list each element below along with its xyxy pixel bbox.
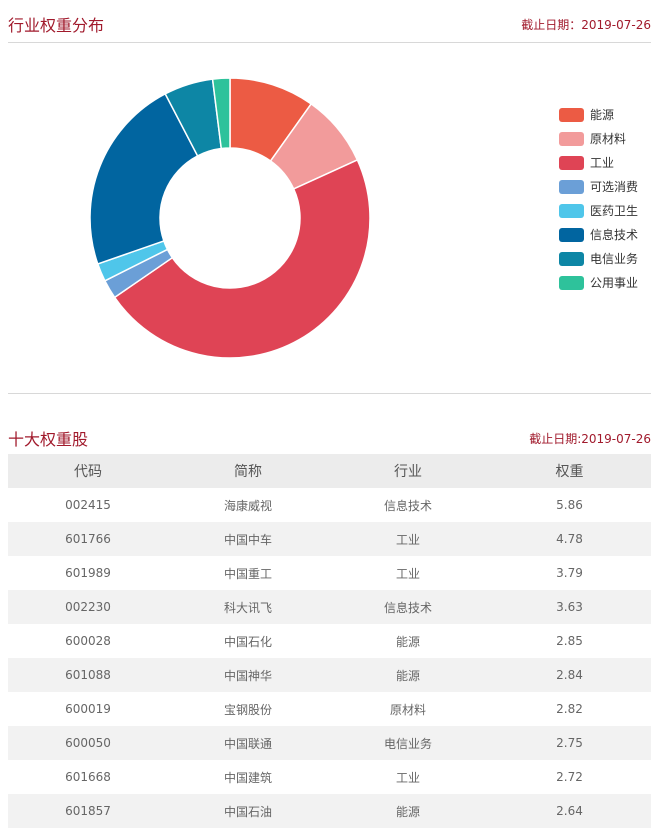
cell-code: 601857 — [8, 794, 168, 828]
cell-weight: 2.72 — [488, 760, 651, 794]
table-row: 601668 中国建筑 工业 2.72 — [8, 760, 651, 794]
table-row: 601857 中国石油 能源 2.64 — [8, 794, 651, 828]
table-header-row: 代码 简称 行业 权重 — [8, 454, 651, 488]
legend-label: 医药卫生 — [590, 204, 639, 218]
cell-name: 中国中车 — [168, 522, 328, 556]
page: 行业权重分布 截止日期：2019-07-26 能源 原材料 工业 可选消费 医药卫生 信息… — [0, 0, 663, 838]
cell-industry: 电信业务 — [328, 726, 488, 760]
legend-label: 电信业务 — [590, 252, 639, 266]
cell-name: 中国石油 — [168, 794, 328, 828]
header-industry: 行业 — [328, 454, 488, 488]
cell-code: 601989 — [8, 556, 168, 590]
table-row: 601088 中国神华 能源 2.84 — [8, 658, 651, 692]
cell-weight: 3.79 — [488, 556, 651, 590]
table-row: 002415 海康威视 信息技术 5.86 — [8, 488, 651, 522]
cell-weight: 2.64 — [488, 794, 651, 828]
cell-weight: 2.84 — [488, 658, 651, 692]
table-row: 601766 中国中车 工业 4.78 — [8, 522, 651, 556]
table-row: 600050 中国联通 电信业务 2.75 — [8, 726, 651, 760]
table-row: 002230 科大讯飞 信息技术 3.63 — [8, 590, 651, 624]
legend-label: 能源 — [590, 108, 615, 122]
cell-name: 科大讯飞 — [168, 590, 328, 624]
legend-label: 公用事业 — [590, 276, 639, 290]
legend-swatch — [559, 252, 584, 266]
cell-code: 600050 — [8, 726, 168, 760]
cell-name: 中国重工 — [168, 556, 328, 590]
legend-label: 信息技术 — [590, 228, 639, 242]
cell-code: 601668 — [8, 760, 168, 794]
cell-industry: 工业 — [328, 556, 488, 590]
cell-industry: 工业 — [328, 522, 488, 556]
legend-swatch — [559, 276, 584, 290]
cell-code: 600028 — [8, 624, 168, 658]
industry-weight-header: 行业权重分布 截止日期：2019-07-26 — [8, 0, 651, 43]
header-name: 简称 — [168, 454, 328, 488]
cell-name: 海康威视 — [168, 488, 328, 522]
industry-donut-chart — [89, 77, 371, 359]
cell-code: 600019 — [8, 692, 168, 726]
cell-industry: 能源 — [328, 658, 488, 692]
legend-swatch — [559, 108, 584, 122]
cell-weight: 2.85 — [488, 624, 651, 658]
legend-label: 原材料 — [590, 132, 627, 146]
industry-weight-title: 行业权重分布 — [8, 16, 105, 35]
cell-industry: 能源 — [328, 794, 488, 828]
cell-weight: 3.63 — [488, 590, 651, 624]
cell-name: 中国石化 — [168, 624, 328, 658]
top-holdings-title: 十大权重股 — [8, 430, 89, 449]
cell-name: 宝钢股份 — [168, 692, 328, 726]
cell-industry: 信息技术 — [328, 488, 488, 522]
cell-code: 601088 — [8, 658, 168, 692]
industry-weight-date: 截止日期：2019-07-26 — [521, 18, 651, 32]
table-row: 600019 宝钢股份 原材料 2.82 — [8, 692, 651, 726]
section-divider — [8, 393, 651, 394]
table-row: 600028 中国石化 能源 2.85 — [8, 624, 651, 658]
header-code: 代码 — [8, 454, 168, 488]
cell-weight: 2.75 — [488, 726, 651, 760]
cell-name: 中国神华 — [168, 658, 328, 692]
legend-swatch — [559, 204, 584, 218]
top-holdings-date: 截止日期:2019-07-26 — [529, 432, 651, 446]
top-holdings-header: 十大权重股 截止日期:2019-07-26 — [8, 426, 651, 449]
cell-industry: 原材料 — [328, 692, 488, 726]
legend-swatch — [559, 156, 584, 170]
cell-code: 002230 — [8, 590, 168, 624]
legend-swatch — [559, 228, 584, 242]
legend-swatch — [559, 180, 584, 194]
cell-code: 601766 — [8, 522, 168, 556]
legend-label: 可选消费 — [590, 180, 639, 194]
cell-weight: 5.86 — [488, 488, 651, 522]
cell-industry: 信息技术 — [328, 590, 488, 624]
cell-weight: 2.82 — [488, 692, 651, 726]
cell-industry: 工业 — [328, 760, 488, 794]
cell-industry: 能源 — [328, 624, 488, 658]
top-holdings-table: 代码 简称 行业 权重 002415 海康威视 信息技术 5.86 601766 中国中车… — [8, 454, 651, 828]
legend-label: 工业 — [590, 156, 615, 170]
cell-code: 002415 — [8, 488, 168, 522]
table-row: 601989 中国重工 工业 3.79 — [8, 556, 651, 590]
cell-name: 中国建筑 — [168, 760, 328, 794]
header-weight: 权重 — [488, 454, 651, 488]
cell-weight: 4.78 — [488, 522, 651, 556]
cell-name: 中国联通 — [168, 726, 328, 760]
legend-swatch — [559, 132, 584, 146]
